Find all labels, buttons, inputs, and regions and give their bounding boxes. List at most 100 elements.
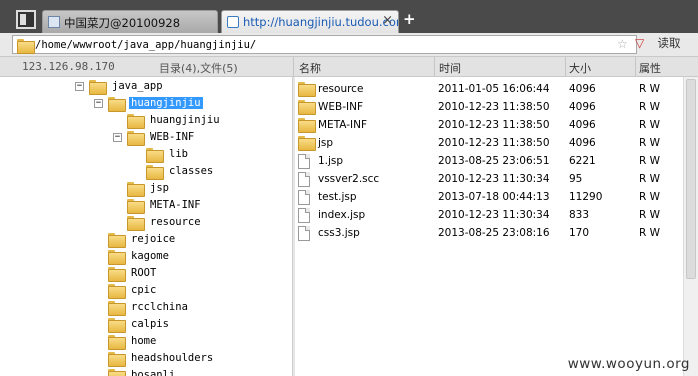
- tree-item-label: resource: [150, 216, 201, 228]
- file-row[interactable]: jsp 2010-12-23 11:38:50 4096 R W: [295, 134, 683, 152]
- file-icon: [298, 172, 310, 187]
- folder-icon: [298, 100, 316, 115]
- directory-tree: − java_app − huangjinjiu huangjinjiu − WEB-INF…: [12, 77, 293, 376]
- file-icon: [298, 154, 310, 169]
- tree-item-label: cpic: [131, 284, 157, 296]
- collapse-toggle-icon[interactable]: −: [113, 133, 122, 142]
- path-box: ☆ ▽: [12, 35, 644, 54]
- folder-icon: [108, 369, 126, 376]
- collapse-toggle-icon[interactable]: −: [94, 99, 103, 108]
- collapse-toggle-icon[interactable]: −: [75, 82, 84, 91]
- tab-title: http://huangjinjiu.tudou.com/...: [243, 15, 398, 29]
- folder-icon: [127, 199, 145, 214]
- column-header-time[interactable]: 时间: [439, 60, 461, 76]
- file-icon: [298, 190, 310, 205]
- folder-icon: [127, 114, 145, 129]
- file-attr: R W: [639, 227, 661, 239]
- folder-icon: [146, 148, 164, 163]
- file-name: META-INF: [318, 119, 368, 131]
- folder-icon: [17, 39, 35, 54]
- file-attr: R W: [639, 119, 661, 131]
- tree-item-label: ROOT: [131, 267, 157, 279]
- column-header-size[interactable]: 大小: [569, 60, 591, 76]
- file-name: 1.jsp: [318, 155, 344, 167]
- file-time: 2010-12-23 11:38:50: [438, 101, 550, 113]
- file-size: 6221: [569, 155, 596, 167]
- folder-icon: [108, 267, 126, 282]
- vertical-scrollbar[interactable]: [683, 77, 698, 376]
- file-time: 2010-12-23 11:38:50: [438, 119, 550, 131]
- folder-icon: [298, 118, 316, 133]
- file-size: 11290: [569, 191, 603, 203]
- folder-icon: [298, 82, 316, 97]
- folder-icon: [108, 318, 126, 333]
- file-time: 2013-08-25 23:06:51: [438, 155, 550, 167]
- folder-icon: [127, 131, 145, 146]
- tree-item-label: huangjinjiu: [129, 97, 203, 109]
- tab-tudou[interactable]: http://huangjinjiu.tudou.com/... ×: [221, 10, 399, 33]
- file-row[interactable]: META-INF 2010-12-23 11:38:50 4096 R W: [295, 116, 683, 134]
- file-name: jsp: [318, 137, 334, 149]
- file-name: resource: [318, 83, 364, 95]
- folder-icon: [89, 80, 107, 95]
- folder-icon: [108, 335, 126, 350]
- file-time: 2011-01-05 16:06:44: [438, 83, 550, 95]
- file-attr: R W: [639, 155, 661, 167]
- file-row[interactable]: vssver2.scc 2010-12-23 11:30:34 95 R W: [295, 170, 683, 188]
- column-header-attr[interactable]: 属性: [639, 60, 661, 76]
- tree-item-label: bosanli: [131, 369, 176, 376]
- file-row[interactable]: index.jsp 2010-12-23 11:30:34 833 R W: [295, 206, 683, 224]
- star-icon[interactable]: ☆: [617, 37, 628, 51]
- file-size: 4096: [569, 137, 596, 149]
- column-divider: [565, 57, 566, 77]
- path-input[interactable]: [35, 37, 595, 52]
- folder-icon: [108, 352, 126, 367]
- file-row[interactable]: 1.jsp 2013-08-25 23:06:51 6221 R W: [295, 152, 683, 170]
- address-bar: ☆ ▽ 读取: [0, 33, 698, 57]
- tree-item-label: WEB-INF: [150, 131, 195, 143]
- tab-title: 中国菜刀@20100928: [64, 16, 181, 30]
- file-icon: [298, 208, 310, 223]
- file-row[interactable]: resource 2011-01-05 16:06:44 4096 R W: [295, 80, 683, 98]
- sidebar-toggle-icon[interactable]: [16, 10, 36, 29]
- folder-icon: [127, 182, 145, 197]
- tree-item-label: META-INF: [150, 199, 201, 211]
- page-icon: [227, 16, 239, 28]
- read-button[interactable]: 读取: [643, 35, 695, 54]
- file-row[interactable]: WEB-INF 2010-12-23 11:38:50 4096 R W: [295, 98, 683, 116]
- file-attr: R W: [639, 173, 661, 185]
- tree-item-label: home: [131, 335, 157, 347]
- tree-item-label: calpis: [131, 318, 169, 330]
- file-time: 2010-12-23 11:30:34: [438, 209, 550, 221]
- file-size: 4096: [569, 119, 596, 131]
- tree-item-label: classes: [169, 165, 214, 177]
- new-tab-button[interactable]: +: [403, 10, 416, 28]
- file-size: 4096: [569, 101, 596, 113]
- tree-item-label: lib: [169, 148, 188, 160]
- scrollbar-thumb[interactable]: [686, 79, 696, 279]
- tree-item-label: jsp: [150, 182, 169, 194]
- file-row[interactable]: test.jsp 2013-07-18 00:44:13 11290 R W: [295, 188, 683, 206]
- file-row[interactable]: css3.jsp 2013-08-25 23:08:16 170 R W: [295, 224, 683, 242]
- tab-chopper[interactable]: 中国菜刀@20100928: [42, 10, 218, 33]
- file-time: 2010-12-23 11:30:34: [438, 173, 550, 185]
- column-divider: [635, 57, 636, 77]
- folder-icon: [108, 301, 126, 316]
- file-name: WEB-INF: [318, 101, 363, 113]
- file-size: 95: [569, 173, 583, 185]
- folder-icon: [127, 216, 145, 231]
- file-name: css3.jsp: [318, 227, 360, 239]
- file-name: index.jsp: [318, 209, 366, 221]
- file-icon: [298, 226, 310, 241]
- file-size: 170: [569, 227, 590, 239]
- folder-icon: [108, 284, 126, 299]
- folder-icon: [108, 97, 126, 112]
- column-header-name[interactable]: 名称: [299, 60, 321, 76]
- tree-item-label: rcclchina: [131, 301, 188, 313]
- file-attr: R W: [639, 83, 661, 95]
- folder-icon: [146, 165, 164, 180]
- tree-item-label: kagome: [131, 250, 169, 262]
- close-icon[interactable]: ×: [382, 13, 393, 28]
- folder-icon: [108, 233, 126, 248]
- file-time: 2013-07-18 00:44:13: [438, 191, 550, 203]
